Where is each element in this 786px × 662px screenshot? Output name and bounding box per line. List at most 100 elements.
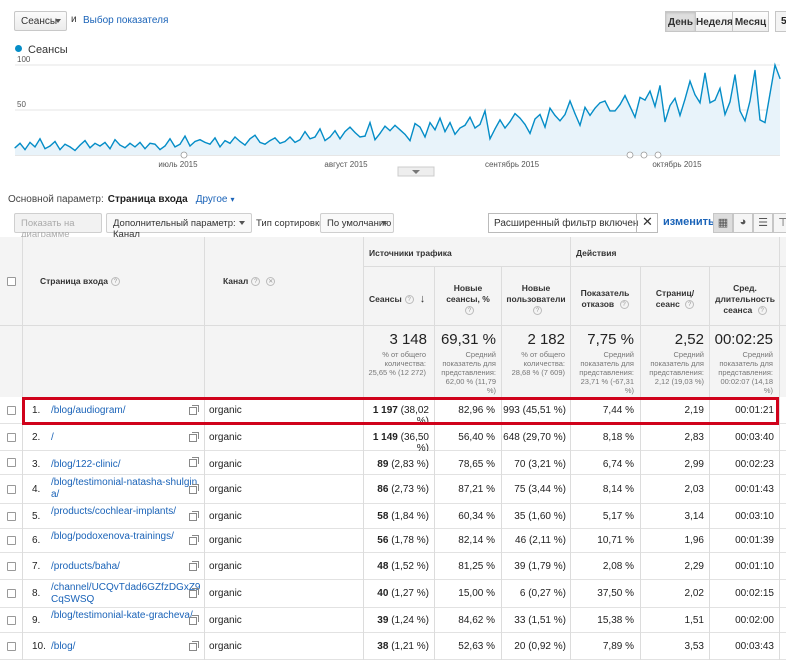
- row-checkbox[interactable]: [7, 432, 16, 442]
- help-icon[interactable]: ?: [685, 300, 695, 309]
- row-index: 8.: [32, 588, 41, 599]
- show-on-chart-button[interactable]: Показать на диаграмме: [14, 213, 102, 240]
- bounce-rate-header[interactable]: Показатель отказов ?: [574, 288, 636, 310]
- sessions-value: 39: [377, 614, 389, 626]
- compare-view-icon[interactable]: ⊤: [773, 213, 786, 233]
- open-page-icon[interactable]: [189, 457, 199, 467]
- landing-page-link[interactable]: /blog/audiogram/: [51, 405, 201, 417]
- channel-header[interactable]: Канал? ✕: [223, 276, 276, 287]
- open-page-icon[interactable]: [189, 404, 199, 415]
- help-icon[interactable]: ?: [465, 306, 474, 315]
- row-checkbox[interactable]: [7, 536, 16, 545]
- help-icon[interactable]: ?: [619, 300, 629, 309]
- performance-view-icon[interactable]: ☰: [753, 213, 773, 233]
- total-pages-sub: Средний показатель для представления: 2,…: [649, 350, 704, 386]
- landing-page-link[interactable]: /products/baha/: [51, 561, 201, 573]
- new-users-cell: 75 (3,44 %): [501, 484, 566, 495]
- landing-page-link[interactable]: /blog/testimonial-kate-gracheva/: [51, 610, 201, 622]
- divider: [779, 529, 780, 553]
- row-checkbox[interactable]: [7, 511, 16, 521]
- duration-cell: 00:01:43: [735, 483, 774, 495]
- advanced-filter-field[interactable]: Расширенный фильтр включен: [488, 213, 658, 233]
- new-users-header[interactable]: Новые пользователи ?: [505, 283, 567, 316]
- open-page-icon[interactable]: [189, 535, 199, 545]
- row-checkbox[interactable]: [7, 561, 16, 571]
- annotation-marker: [640, 151, 648, 159]
- divider: [22, 451, 23, 475]
- data-point: [139, 141, 141, 143]
- landing-page-link[interactable]: /blog/podoxenova-trainings/: [51, 531, 201, 543]
- landing-page-link[interactable]: /products/cochlear-implants/: [51, 506, 201, 518]
- data-point: [634, 116, 636, 118]
- open-page-icon[interactable]: [189, 510, 199, 521]
- open-page-icon[interactable]: [189, 483, 199, 494]
- table-row: 4. /blog/testimonial-natasha-shulgina/org…: [0, 475, 786, 504]
- help-icon[interactable]: ?: [110, 277, 120, 286]
- new-sessions-header-label: Новые сеансы, %: [446, 283, 490, 304]
- select-metric-link[interactable]: Выбор показателя: [83, 15, 168, 26]
- sort-type-select[interactable]: По умолчанию: [320, 213, 394, 233]
- close-icon[interactable]: ✕: [636, 213, 658, 233]
- metric-select[interactable]: Сеансы: [14, 11, 67, 31]
- data-point: [114, 139, 116, 141]
- row-checkbox[interactable]: [7, 484, 16, 494]
- data-point: [259, 141, 261, 143]
- data-point: [99, 145, 101, 147]
- landing-page-link[interactable]: /blog/122-clinic/: [51, 459, 201, 471]
- divider: [640, 553, 641, 580]
- landing-page-link[interactable]: /channel/UCQvTdad6GZfzDGxZ9CqSWSQ: [51, 582, 201, 606]
- new-sessions-cell: 84,62 %: [458, 614, 495, 626]
- data-point: [754, 69, 756, 71]
- select-all-checkbox[interactable]: [7, 277, 16, 286]
- table-view-icon[interactable]: ▦: [713, 213, 733, 233]
- divider: [204, 633, 205, 660]
- landing-page-link[interactable]: /blog/: [51, 641, 201, 653]
- period-day-button[interactable]: День: [665, 11, 696, 32]
- period-week-button[interactable]: Неделя: [695, 11, 733, 32]
- divider: [570, 504, 571, 529]
- landing-page-link[interactable]: /blog/testimonial-natasha-shulgina/: [51, 477, 201, 501]
- help-icon[interactable]: ?: [404, 295, 414, 304]
- landing-page-link[interactable]: /: [51, 432, 201, 444]
- secondary-dimension-select[interactable]: Дополнительный параметр: Канал: [106, 213, 252, 240]
- data-point: [449, 122, 451, 124]
- landing-page-header[interactable]: Страница входа?: [40, 276, 120, 287]
- divider: [22, 633, 23, 660]
- new-sessions-header[interactable]: Новые сеансы, % ?: [440, 283, 496, 316]
- remove-dimension-icon[interactable]: ✕: [266, 277, 276, 286]
- period-month-button[interactable]: Месяц: [732, 11, 769, 32]
- sessions-value: 1 149: [372, 432, 398, 443]
- pages-per-session-header[interactable]: Страниц/сеанс ?: [644, 288, 706, 310]
- open-page-icon[interactable]: [189, 614, 199, 625]
- data-point: [424, 136, 426, 138]
- sessions-header-label: Сеансы: [369, 294, 402, 304]
- new-users-percent: (0,27 %): [528, 588, 566, 599]
- open-page-icon[interactable]: [189, 588, 199, 598]
- open-page-icon[interactable]: [189, 431, 199, 442]
- divider: [204, 475, 205, 504]
- open-page-icon[interactable]: [189, 560, 199, 571]
- help-icon[interactable]: ?: [251, 277, 261, 286]
- divider: [640, 633, 641, 660]
- open-page-icon[interactable]: [189, 640, 199, 651]
- row-checkbox[interactable]: [7, 405, 16, 415]
- data-point: [179, 143, 181, 145]
- row-checkbox[interactable]: [7, 458, 16, 467]
- row-checkbox[interactable]: [7, 615, 16, 625]
- avg-duration-header[interactable]: Сред. длительность сеанса ?: [712, 283, 778, 316]
- pie-view-icon[interactable]: ◕: [733, 213, 753, 233]
- new-sessions-cell: 78,65 %: [458, 459, 495, 470]
- help-icon[interactable]: ?: [533, 306, 542, 315]
- help-icon[interactable]: ?: [757, 306, 767, 315]
- change-filter-link[interactable]: изменить: [663, 216, 715, 228]
- row-checkbox[interactable]: [7, 589, 16, 598]
- other-dimension-link[interactable]: Другое: [196, 194, 228, 205]
- data-point: [574, 113, 576, 115]
- row-checkbox[interactable]: [7, 641, 16, 651]
- data-point: [154, 143, 156, 145]
- new-users-value: 648: [503, 432, 520, 443]
- motion-chart-button[interactable]: 5: [775, 11, 786, 32]
- sessions-header[interactable]: Сеансы? ↓: [369, 294, 425, 305]
- row-index: 7.: [32, 561, 41, 572]
- total-pages: 2,52: [674, 331, 704, 348]
